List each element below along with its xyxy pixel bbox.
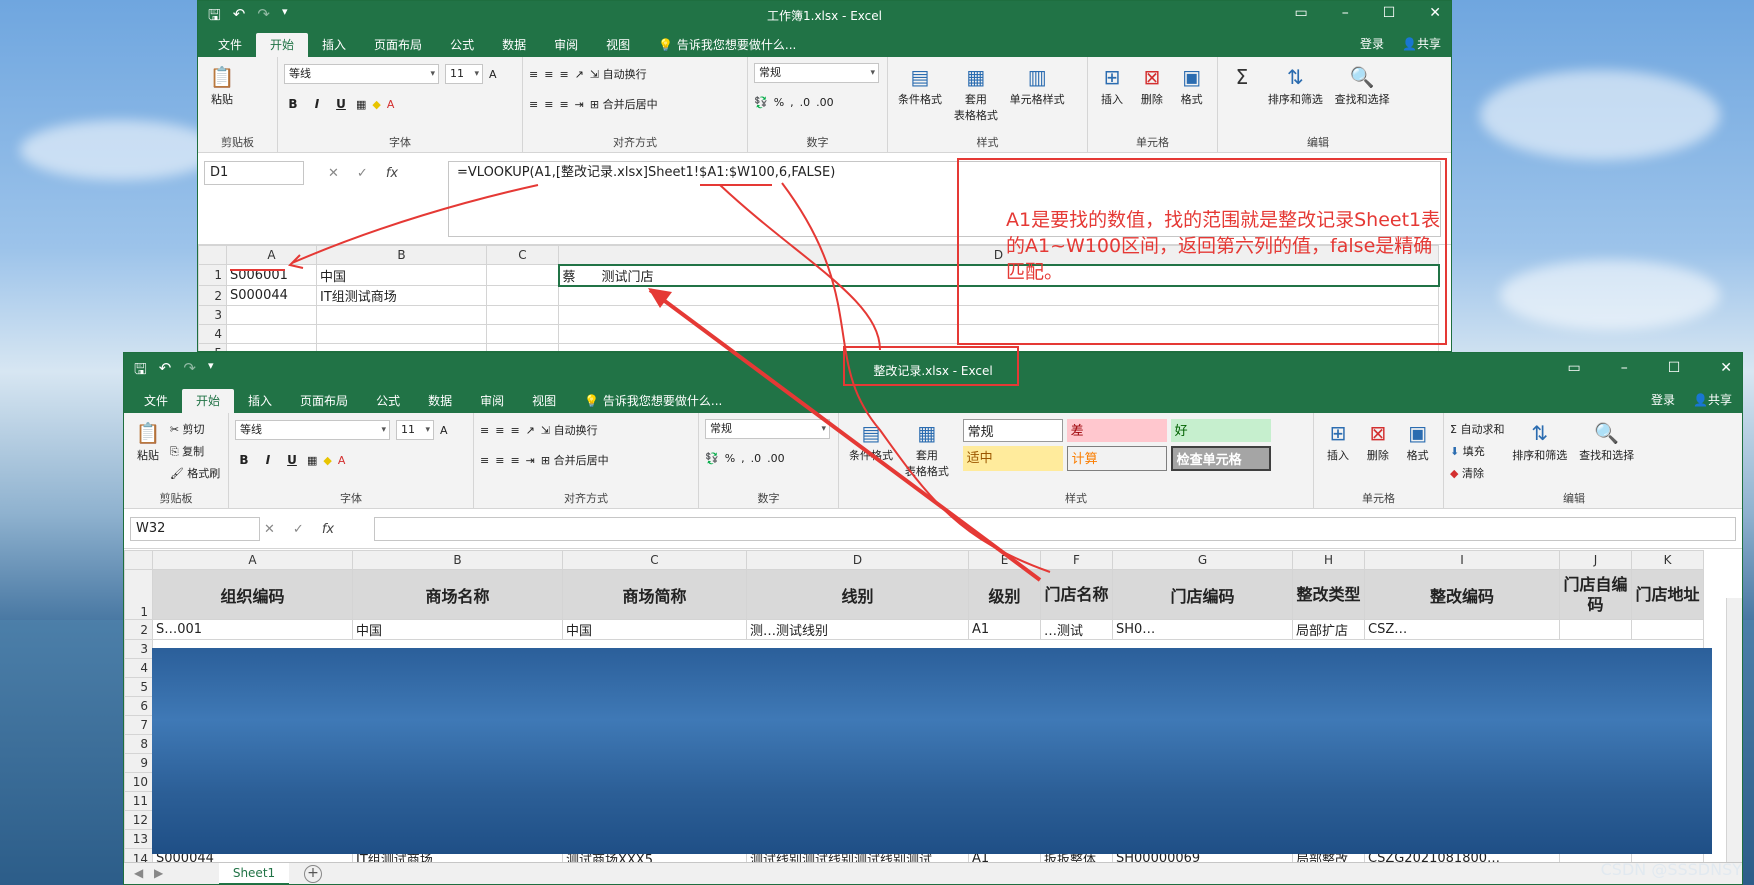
watermark: CSDN @SSSDNSY — [1600, 860, 1742, 879]
arrow-to-column-f — [781, 182, 1051, 573]
arrow-result — [648, 288, 1042, 582]
arrow-to-a1 — [291, 184, 539, 264]
annotation-arrows — [230, 182, 1051, 582]
